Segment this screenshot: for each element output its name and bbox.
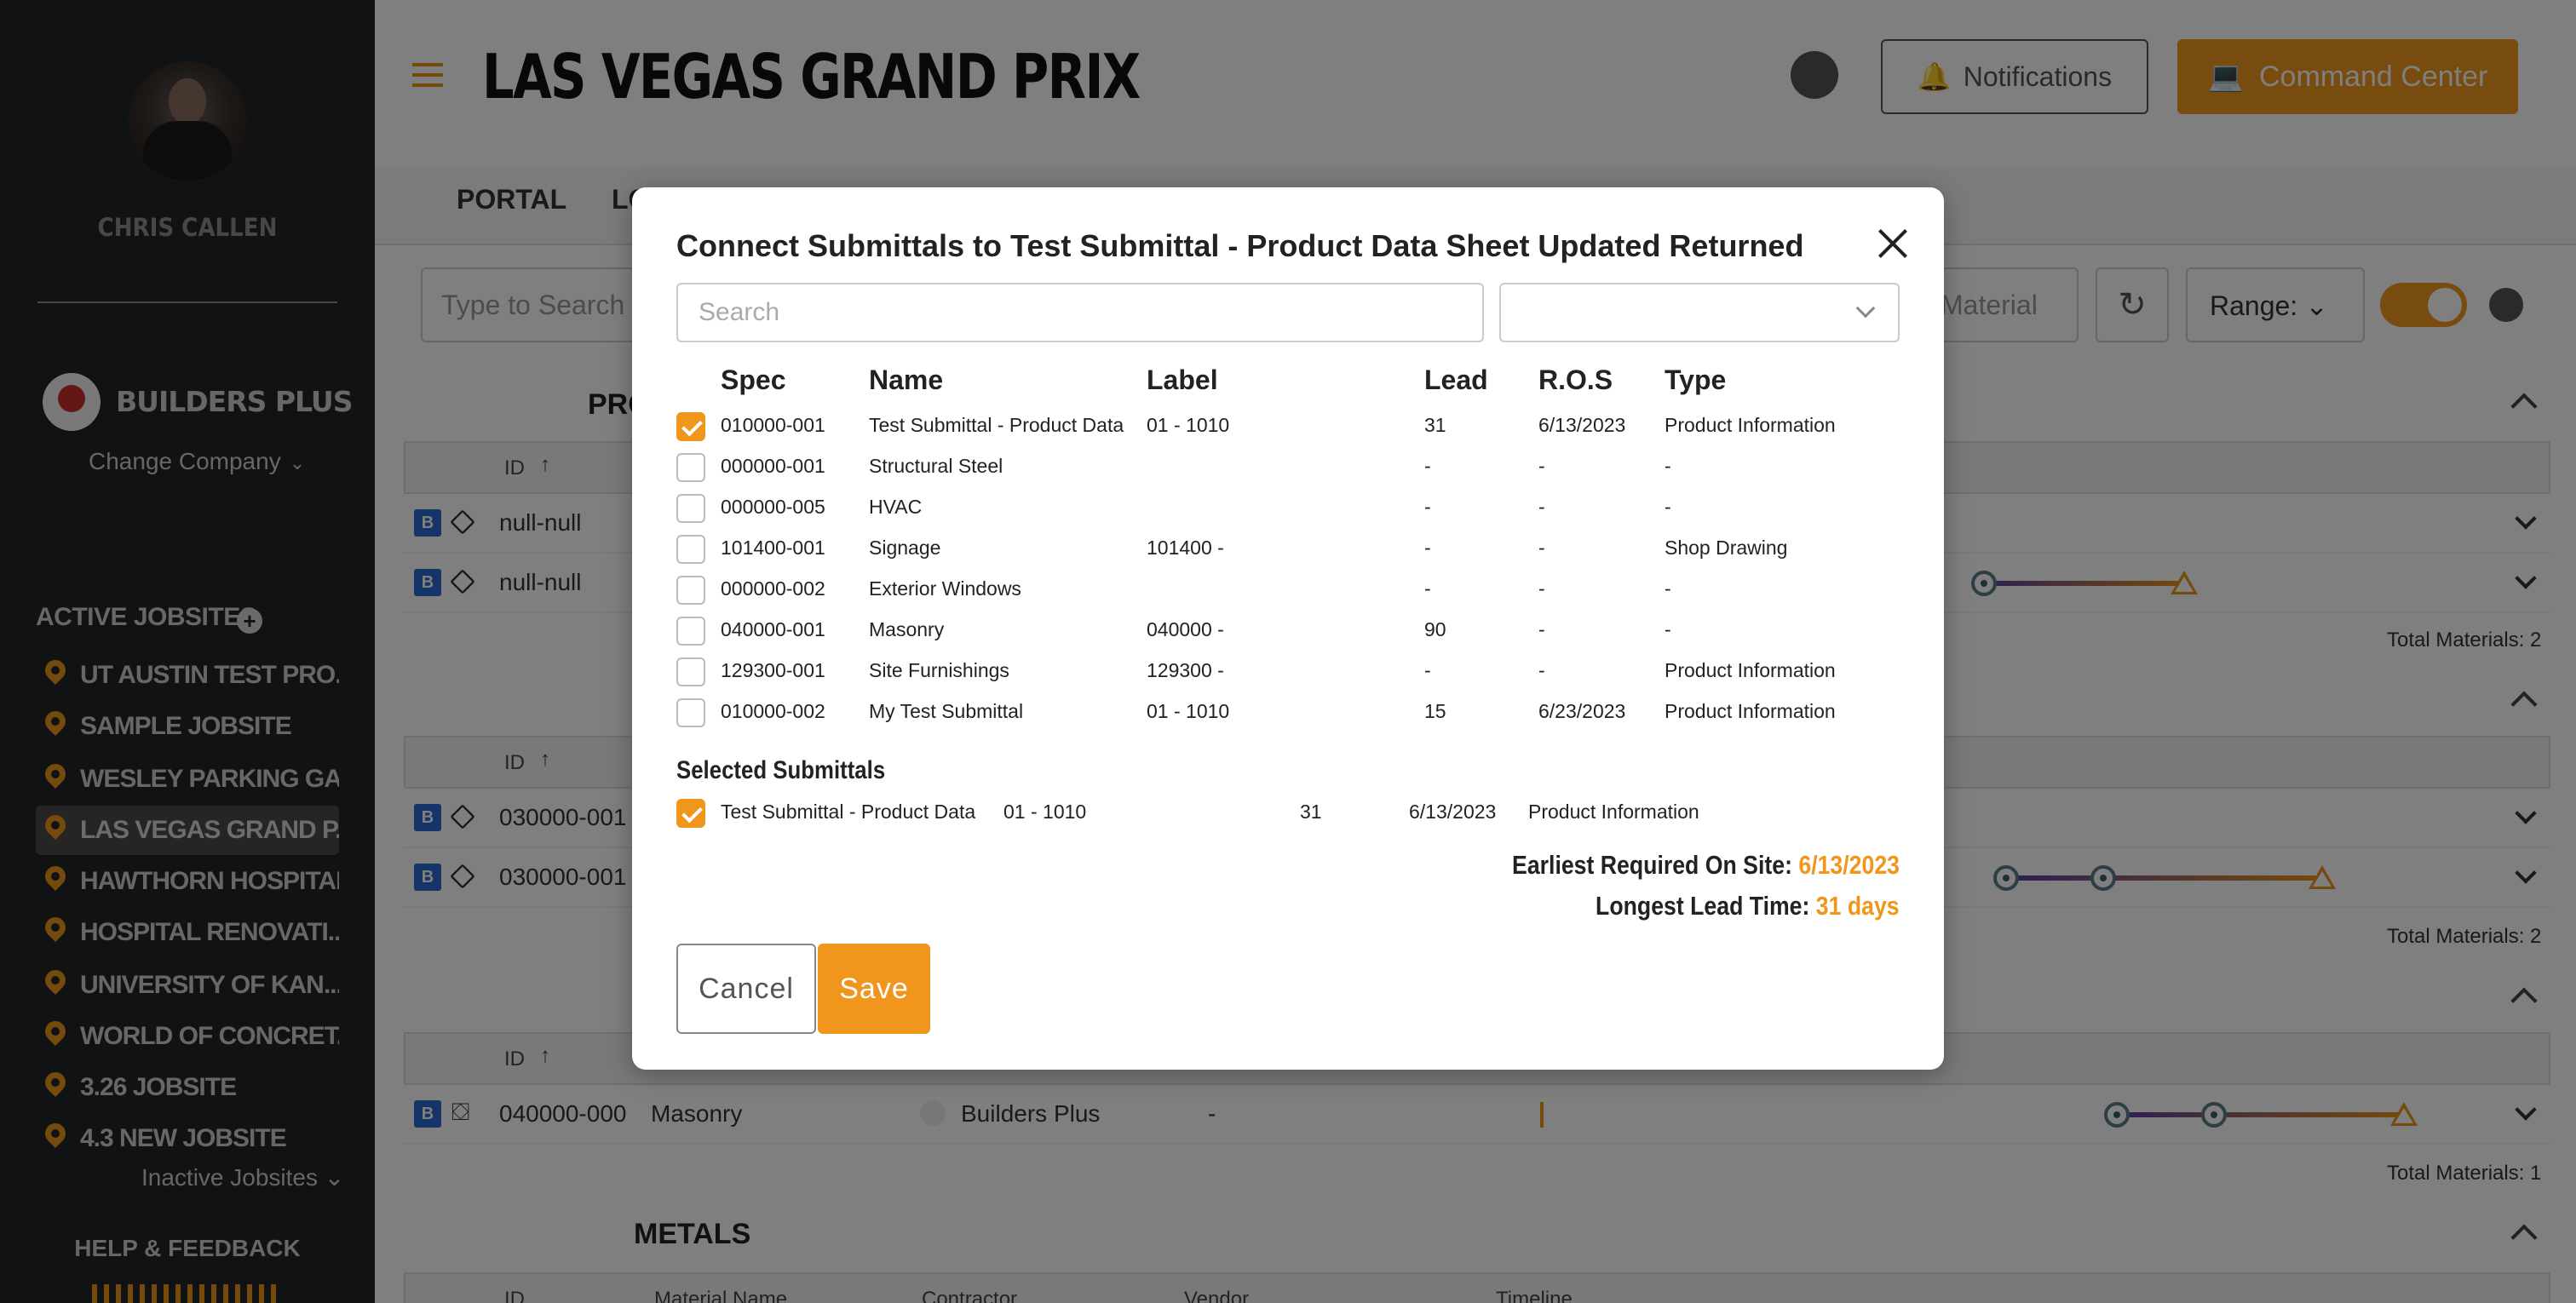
- selected-checkbox[interactable]: [676, 799, 705, 828]
- chevron-down-icon: [1855, 298, 1876, 319]
- spec-cell: 000000-001: [721, 455, 825, 477]
- submittals-list[interactable]: 010000-001 Test Submittal - Product Data 0…: [676, 405, 1900, 731]
- spec-cell: 101400-001: [721, 537, 825, 559]
- type-cell: -: [1665, 618, 1671, 640]
- selected-type: Product Information: [1528, 801, 1699, 823]
- submittal-row[interactable]: 000000-001 Structural Steel - - -: [676, 446, 1900, 487]
- close-icon[interactable]: [1876, 227, 1910, 261]
- lead-cell: -: [1424, 659, 1431, 681]
- submittal-row[interactable]: 000000-005 HVAC - - -: [676, 487, 1900, 528]
- label-column-header: Label: [1147, 364, 1218, 395]
- label-cell: 129300 -: [1147, 659, 1224, 681]
- spec-column-header: Spec: [721, 364, 786, 395]
- save-button[interactable]: Save: [818, 944, 930, 1034]
- label-cell: 01 - 1010: [1147, 414, 1230, 436]
- lead-cell: -: [1424, 455, 1431, 477]
- lead-cell: -: [1424, 577, 1431, 600]
- selected-lead: 31: [1300, 801, 1322, 823]
- lead-cell: 31: [1424, 414, 1446, 436]
- name-cell: Site Furnishings: [869, 659, 1009, 681]
- lead-column-header: Lead: [1424, 364, 1488, 395]
- label-cell: 101400 -: [1147, 537, 1224, 559]
- longest-lead-summary: Longest Lead Time: 31 days: [1596, 891, 1900, 921]
- type-cell: -: [1665, 496, 1671, 518]
- type-cell: Product Information: [1665, 659, 1836, 681]
- spec-cell: 129300-001: [721, 659, 825, 681]
- submittal-row[interactable]: 101400-001 Signage 101400 - - - Shop Drawing: [676, 528, 1900, 569]
- connect-submittals-dialog: Connect Submittals to Test Submittal - P…: [632, 187, 1944, 1070]
- earliest-required-summary: Earliest Required On Site: 6/13/2023: [1512, 850, 1900, 881]
- earliest-value: 6/13/2023: [1798, 850, 1900, 880]
- submittal-row[interactable]: 010000-002 My Test Submittal 01 - 1010 15 6/…: [676, 692, 1900, 731]
- spec-cell: 040000-001: [721, 618, 825, 640]
- submittal-row[interactable]: 000000-002 Exterior Windows - - -: [676, 569, 1900, 610]
- submittal-row[interactable]: 129300-001 Site Furnishings 129300 - - - Prod…: [676, 651, 1900, 692]
- row-checkbox[interactable]: [676, 494, 705, 523]
- type-column-header: Type: [1665, 364, 1727, 395]
- row-checkbox[interactable]: [676, 576, 705, 605]
- lead-cell: 15: [1424, 700, 1446, 722]
- name-cell: HVAC: [869, 496, 923, 518]
- row-checkbox[interactable]: [676, 535, 705, 564]
- selected-submittal-row[interactable]: Test Submittal - Product Data 01 - 1010 …: [676, 792, 1900, 833]
- name-cell: Test Submittal - Product Data: [869, 414, 1124, 436]
- spec-cell: 010000-002: [721, 700, 825, 722]
- name-cell: My Test Submittal: [869, 700, 1024, 722]
- longest-value: 31 days: [1816, 891, 1900, 921]
- name-cell: Signage: [869, 537, 941, 559]
- ros-cell: -: [1538, 577, 1545, 600]
- longest-label: Longest Lead Time:: [1596, 891, 1810, 921]
- label-cell: 01 - 1010: [1147, 700, 1230, 722]
- ros-cell: 6/23/2023: [1538, 700, 1626, 722]
- type-filter-select[interactable]: [1499, 283, 1900, 342]
- row-checkbox[interactable]: [676, 617, 705, 646]
- spec-cell: 000000-005: [721, 496, 825, 518]
- name-cell: Structural Steel: [869, 455, 1003, 477]
- ros-cell: -: [1538, 455, 1545, 477]
- lead-cell: 90: [1424, 618, 1446, 640]
- spec-cell: 010000-001: [721, 414, 825, 436]
- earliest-label: Earliest Required On Site:: [1512, 850, 1792, 880]
- selected-label: 01 - 1010: [1003, 801, 1087, 823]
- row-checkbox[interactable]: [676, 453, 705, 482]
- spec-cell: 000000-002: [721, 577, 825, 600]
- lead-cell: -: [1424, 537, 1431, 559]
- type-cell: -: [1665, 455, 1671, 477]
- lead-cell: -: [1424, 496, 1431, 518]
- row-checkbox[interactable]: [676, 698, 705, 727]
- type-cell: Product Information: [1665, 414, 1836, 436]
- type-cell: -: [1665, 577, 1671, 600]
- submittal-row[interactable]: 010000-001 Test Submittal - Product Data 0…: [676, 405, 1900, 446]
- row-checkbox[interactable]: [676, 657, 705, 686]
- selected-ros: 6/13/2023: [1409, 801, 1497, 823]
- name-cell: Exterior Windows: [869, 577, 1021, 600]
- dialog-title: Connect Submittals to Test Submittal - P…: [676, 228, 1804, 263]
- ros-cell: -: [1538, 496, 1545, 518]
- name-cell: Masonry: [869, 618, 945, 640]
- label-cell: 040000 -: [1147, 618, 1224, 640]
- submittal-row[interactable]: 040000-001 Masonry 040000 - 90 - -: [676, 610, 1900, 651]
- cancel-button[interactable]: Cancel: [676, 944, 816, 1034]
- row-checkbox[interactable]: [676, 412, 705, 441]
- search-input[interactable]: [676, 283, 1484, 342]
- selected-name: Test Submittal - Product Data: [721, 801, 976, 823]
- ros-cell: -: [1538, 659, 1545, 681]
- ros-cell: -: [1538, 618, 1545, 640]
- type-cell: Shop Drawing: [1665, 537, 1788, 559]
- selected-submittals-heading: Selected Submittals: [676, 756, 886, 784]
- type-cell: Product Information: [1665, 700, 1836, 722]
- name-column-header: Name: [869, 364, 944, 395]
- ros-column-header: R.O.S: [1538, 364, 1613, 395]
- ros-cell: -: [1538, 537, 1545, 559]
- ros-cell: 6/13/2023: [1538, 414, 1626, 436]
